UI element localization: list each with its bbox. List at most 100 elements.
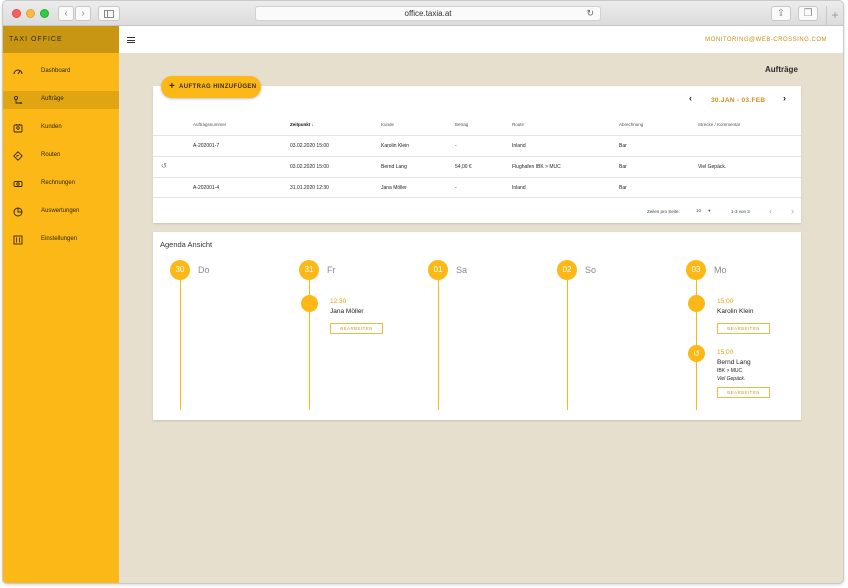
agenda-card: Agenda Ansicht 30 Do 31 Fr 12:30 Jana Mö…	[153, 232, 801, 420]
route-pin-icon	[13, 95, 22, 104]
event-time: 12:30	[330, 298, 347, 305]
tabs-overview-button[interactable]: ❐	[798, 6, 818, 21]
pie-chart-icon	[13, 207, 23, 217]
cell-zeitpunkt: 03.02.2020 15:00	[290, 164, 329, 170]
sidebar-toggle-button[interactable]	[98, 6, 120, 21]
sidebar-item-auftraege[interactable]: Aufträge	[3, 91, 119, 109]
cell-kunde: Bernd Lang	[381, 164, 407, 170]
orders-card: ‹ 30.JAN - 03.FEB › Auftragsnummer Zeitp…	[153, 86, 801, 223]
rows-per-page-select[interactable]: 10 ▾	[696, 208, 716, 214]
new-tab-button[interactable]: +	[826, 6, 843, 26]
url-text: office.taxia.at	[404, 9, 452, 18]
sidebar-item-routen[interactable]: Routen	[3, 147, 119, 165]
sidebar-item-dashboard[interactable]: Dashboard	[3, 63, 119, 81]
column-header-kommentar[interactable]: Strecke / Kommentar	[698, 122, 740, 127]
sidebar-item-label: Routen	[41, 152, 61, 158]
browser-window: ‹ › office.taxia.at ↻ ⇪ ❐ + TAXI OFFICE …	[2, 0, 844, 584]
cell-nummer: A-202001-7	[193, 143, 220, 149]
day-name: Do	[198, 265, 210, 275]
cell-zeitpunkt: 31.01.2020 12:30	[290, 185, 329, 191]
user-email[interactable]: MONITORING@WEB-CROSSING.COM	[705, 37, 827, 43]
next-page-button[interactable]: ›	[791, 206, 794, 216]
sidebar-item-label: Einstellungen	[41, 236, 78, 242]
share-button[interactable]: ⇪	[771, 6, 791, 21]
chevron-left-icon: ‹	[769, 206, 772, 216]
day-number-badge: 31	[299, 260, 319, 280]
sidebar-item-label: Dashboard	[41, 68, 71, 74]
cell-betrag: -	[455, 185, 457, 191]
cell-abrechnung: Bar	[619, 164, 627, 170]
road-sign-icon	[13, 151, 23, 161]
column-header-kunde[interactable]: Kunde	[381, 122, 394, 127]
column-header-route[interactable]: Route	[512, 122, 524, 127]
chevron-left-icon: ‹	[689, 93, 692, 103]
sidebar-icon	[104, 10, 114, 18]
column-header-zeitpunkt[interactable]: Zeitpunkt ↓	[290, 122, 314, 127]
edit-event-button[interactable]: BEARBEITEN	[717, 323, 770, 334]
day-name: Fr	[327, 265, 336, 275]
cell-nummer: A-202001-4	[193, 185, 220, 191]
app-header: MONITORING@WEB-CROSSING.COM	[119, 26, 843, 53]
timeline-line	[567, 280, 568, 410]
brand-logo: TAXI OFFICE	[3, 26, 119, 53]
add-order-label: AUFTRAG HINZUFÜGEN	[179, 84, 257, 90]
sidebar-item-kunden[interactable]: Kunden	[3, 119, 119, 137]
menu-icon[interactable]	[127, 37, 135, 43]
day-name: Sa	[456, 265, 468, 275]
zoom-window-button[interactable]	[40, 9, 49, 18]
page-title: Aufträge	[765, 65, 798, 74]
event-customer: Karolin Klein	[717, 308, 754, 315]
event-dot[interactable]	[688, 295, 705, 312]
sidebar-item-rechnungen[interactable]: Rechnungen	[3, 175, 119, 193]
event-route: IBK > MUC	[717, 368, 743, 374]
day-name: So	[585, 265, 597, 275]
prev-week-button[interactable]: ‹	[689, 93, 692, 103]
agenda-title: Agenda Ansicht	[160, 240, 213, 249]
column-header-nummer[interactable]: Auftragsnummer	[193, 122, 226, 127]
sidebar-item-einstellungen[interactable]: Einstellungen	[3, 231, 119, 249]
pagination-range: 1-3 von 3	[731, 209, 750, 214]
event-note: Viel Gepäck.	[717, 376, 746, 382]
cell-route: Inland	[512, 143, 526, 149]
cell-abrechnung: Bar	[619, 143, 627, 149]
forward-button[interactable]: ›	[75, 6, 91, 21]
tabs-icon: ❐	[803, 8, 813, 19]
day-number-badge: 30	[170, 260, 190, 280]
timeline-line	[438, 280, 439, 410]
edit-event-button[interactable]: BEARBEITEN	[330, 323, 383, 334]
cell-kunde: Karolin Klein	[381, 143, 410, 149]
event-dot-recurring[interactable]: ↺	[688, 345, 705, 362]
table-row[interactable]: A-202001-4 31.01.2020 12:30 Jana Möller …	[153, 177, 801, 198]
day-number-badge: 02	[557, 260, 577, 280]
caret-down-icon: ▾	[708, 208, 711, 213]
table-row[interactable]: A-202001-7 03.02.2020 15:00 Karolin Klei…	[153, 135, 801, 156]
event-customer: Bernd Lang	[717, 359, 751, 366]
sidebar-item-auswertungen[interactable]: Auswertungen	[3, 203, 119, 221]
chevron-right-icon: ›	[81, 8, 85, 19]
table-row[interactable]: ↺ 03.02.2020 15:00 Bernd Lang 54,00 € Fl…	[153, 156, 801, 177]
column-header-abrechnung[interactable]: Abrechnung	[619, 122, 643, 127]
reload-icon[interactable]: ↻	[586, 7, 594, 20]
prev-page-button[interactable]: ‹	[769, 206, 772, 216]
timeline-line	[180, 280, 181, 410]
share-icon: ⇪	[776, 8, 786, 19]
sidebar-item-label: Auswertungen	[41, 208, 80, 214]
cell-kunde: Jana Möller	[381, 185, 407, 191]
browser-toolbar: ‹ › office.taxia.at ↻ ⇪ ❐ +	[3, 1, 843, 26]
event-dot[interactable]	[301, 295, 318, 312]
sidebar: TAXI OFFICE Dashboard Aufträge Kunden Ro…	[3, 26, 119, 583]
event-time: 15:00	[717, 298, 734, 305]
next-week-button[interactable]: ›	[783, 93, 786, 103]
add-order-button[interactable]: + AUFTRAG HINZUFÜGEN	[161, 76, 261, 98]
sidebar-item-label: Kunden	[41, 124, 62, 130]
column-header-betrag[interactable]: Betrag	[455, 122, 468, 127]
recurring-icon: ↺	[161, 163, 167, 170]
rows-per-page-label: Zeilen pro Seite:	[647, 209, 680, 214]
close-window-button[interactable]	[12, 9, 21, 18]
back-button[interactable]: ‹	[58, 6, 74, 21]
date-range: 30.JAN - 03.FEB	[711, 97, 766, 104]
minimize-window-button[interactable]	[26, 9, 35, 18]
url-bar[interactable]: office.taxia.at ↻	[255, 6, 601, 21]
cell-kommentar: Viel Gepäck.	[698, 164, 727, 170]
edit-event-button[interactable]: BEARBEITEN	[717, 387, 770, 398]
